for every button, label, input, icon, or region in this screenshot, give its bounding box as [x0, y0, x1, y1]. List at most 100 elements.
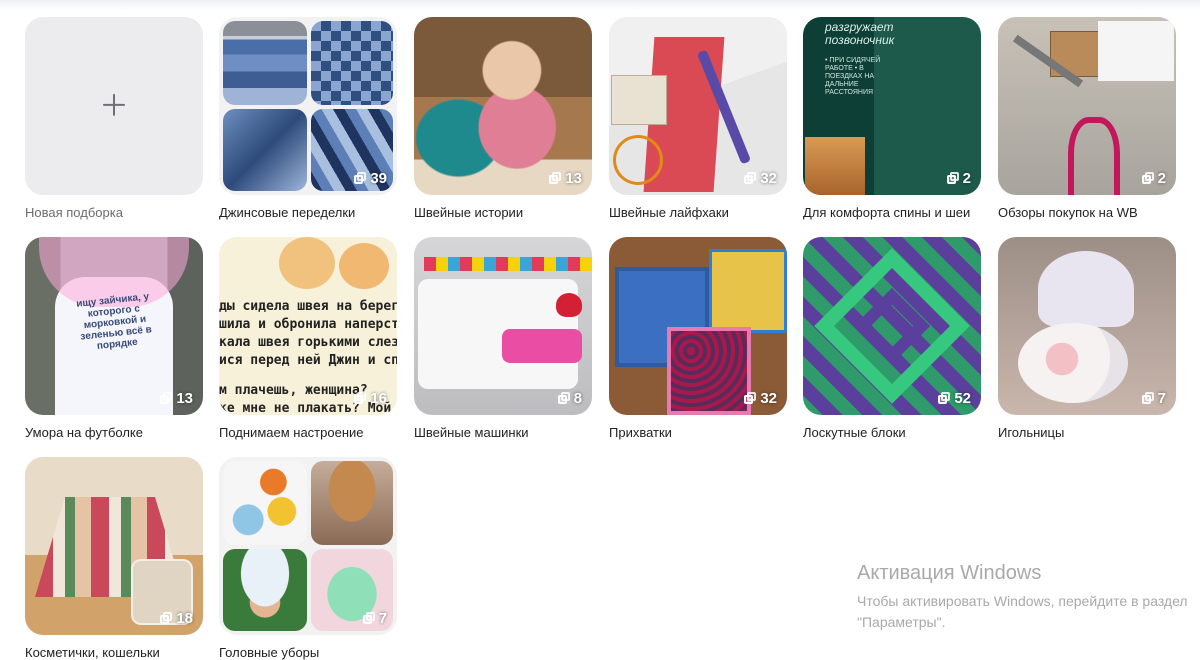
package-image	[1098, 21, 1174, 81]
new-collection-tile[interactable]: Новая подборка	[25, 17, 203, 220]
stack-icon	[362, 612, 376, 625]
collection-potholders[interactable]: 32 Прихватки	[609, 237, 787, 440]
pin-count-badge: 2	[946, 170, 971, 187]
collection-cover[interactable]: 13	[414, 17, 592, 195]
stack-icon	[160, 392, 173, 405]
collection-title: Прихватки	[609, 425, 672, 440]
meme-text-line: шила и обронила наперсток в	[219, 317, 397, 332]
collection-sewing-lifehacks[interactable]: 32 Швейные лайфхаки	[609, 17, 787, 220]
pin-count-badge: 7	[362, 610, 387, 627]
collection-cover[interactable]: 39	[219, 17, 397, 195]
top-shadow	[0, 0, 1200, 10]
pin-count-badge: 8	[557, 390, 582, 407]
collection-pincushions[interactable]: 7 Игольницы	[998, 237, 1176, 440]
pin-count-badge: 13	[160, 390, 193, 407]
meme-text-line: ися перед ней Джин и спроси	[219, 353, 397, 368]
collection-title: Швейные истории	[414, 205, 524, 220]
collection-cosmetic-bags[interactable]: 18 Косметички, кошельки	[25, 457, 203, 660]
pin-count-badge: 18	[160, 610, 193, 627]
floral-potholder-image	[667, 327, 751, 415]
woman-hat-image	[311, 461, 393, 545]
stack-icon	[1141, 392, 1155, 405]
collection-cover[interactable]: 2	[998, 17, 1176, 195]
activation-title: Активация Windows	[857, 562, 1042, 584]
meme-text-line: м плачешь, женщина?	[219, 383, 368, 398]
pin-count-badge: 13	[549, 170, 582, 187]
pin-count-badge: 32	[744, 390, 777, 407]
new-collection-label: Новая подборка	[25, 205, 123, 220]
collection-cover[interactable]: 32	[609, 237, 787, 415]
collection-title: Обзоры покупок на WB	[998, 205, 1138, 220]
floral-hat-image	[223, 549, 307, 631]
plus-icon	[103, 93, 125, 116]
collection-title: Швейные лайфхаки	[609, 205, 729, 220]
pin-count-badge: 52	[938, 390, 971, 407]
meme-text-line: кала швея горькими слезами	[219, 335, 397, 350]
stack-icon	[1141, 172, 1155, 185]
stack-icon	[354, 392, 367, 405]
pin-count-badge: 2	[1141, 170, 1166, 187]
pin-count-badge: 32	[744, 170, 777, 187]
collection-title: Для комфорта спины и шеи	[803, 205, 971, 220]
stack-icon	[744, 172, 757, 185]
collection-title: Косметички, кошельки	[25, 645, 160, 660]
collection-denim[interactable]: 39 Джинсовые переделки	[219, 17, 397, 220]
new-collection-button[interactable]	[25, 17, 203, 195]
meme-text-line: ды сидела швея на берегу	[219, 299, 397, 314]
wooden-chair-image	[805, 137, 865, 195]
denim-bag-image	[223, 21, 307, 105]
activation-line1: Чтобы активировать Windows, перейдите в …	[857, 593, 1188, 609]
collection-back-comfort[interactable]: разгружает позвоночник • ПРИ СИДЯЧЕЙ РАБ…	[803, 17, 981, 220]
collection-tshirt-humor[interactable]: ищу зайчика, у которого с морковкой и зе…	[25, 237, 203, 440]
heart-image	[556, 293, 582, 317]
cartoon-face-image	[339, 243, 389, 289]
collection-cover[interactable]: 7	[219, 457, 397, 635]
stack-icon	[946, 172, 960, 185]
bunting-image	[424, 257, 592, 271]
stack-icon	[354, 172, 367, 185]
collection-cover[interactable]: разгружает позвоночник • ПРИ СИДЯЧЕЙ РАБ…	[803, 17, 981, 195]
collection-title: Игольницы	[998, 425, 1065, 440]
collection-cover[interactable]: 8	[414, 237, 592, 415]
collection-cover[interactable]: ды сидела швея на берегу шила и обронила…	[219, 237, 397, 415]
collection-title: Головные уборы	[219, 645, 320, 660]
activation-line2: "Параметры".	[857, 614, 946, 630]
denim-handbag-image	[223, 109, 307, 191]
collection-title: Джинсовые переделки	[219, 205, 356, 220]
collection-title: Швейные машинки	[414, 425, 529, 440]
pin-count-badge: 16	[354, 390, 387, 407]
stack-icon	[557, 392, 571, 405]
collection-title: Лоскутные блоки	[803, 425, 906, 440]
stack-icon	[549, 172, 562, 185]
collection-cover[interactable]: 52	[803, 237, 981, 415]
collection-mood[interactable]: ды сидела швея на берегу шила и обронила…	[219, 237, 397, 440]
collection-title: Поднимаем настроение	[219, 425, 364, 440]
stack-icon	[744, 392, 757, 405]
glass-bowl-image	[1018, 323, 1128, 403]
denim-patchwork-bag-image	[311, 21, 393, 105]
tshirt-print-text: ищу зайчика, у которого с морковкой и зе…	[75, 291, 153, 352]
collection-sewing-machines[interactable]: 8 Швейные машинки	[414, 237, 592, 440]
collection-sewing-stories[interactable]: 13 Швейные истории	[414, 17, 592, 220]
pincushion-top-image	[1038, 251, 1134, 327]
rubber-band-image	[613, 135, 663, 185]
collection-cover[interactable]: 32	[609, 17, 787, 195]
collection-cover[interactable]: ищу зайчика, у которого с морковкой и зе…	[25, 237, 203, 415]
collection-patchwork-blocks[interactable]: 52 Лоскутные блоки	[803, 237, 981, 440]
bucket-hats-image	[223, 461, 307, 545]
rooster-potholder-image	[709, 249, 787, 333]
stack-icon	[938, 392, 951, 405]
soap-box-image	[611, 75, 667, 125]
collection-cover[interactable]: 18	[25, 457, 203, 635]
stack-icon	[160, 612, 173, 625]
collection-hats[interactable]: 7 Головные уборы	[219, 457, 397, 660]
collection-title: Умора на футболке	[25, 425, 143, 440]
collection-wb-reviews[interactable]: 2 Обзоры покупок на WB	[998, 17, 1176, 220]
cartoon-face-image	[279, 237, 335, 289]
book-subtitle-text: • ПРИ СИДЯЧЕЙ РАБОТЕ • В ПОЕЗДКАХ НА ДАЛ…	[825, 57, 881, 96]
collection-cover[interactable]: 7	[998, 237, 1176, 415]
pin-count-badge: 7	[1141, 390, 1166, 407]
scissors-handle-image	[1068, 117, 1120, 195]
windows-activation-watermark: Активация Windows Чтобы активировать Win…	[857, 562, 1188, 633]
book-cover-text: разгружает позвоночник	[825, 20, 895, 47]
